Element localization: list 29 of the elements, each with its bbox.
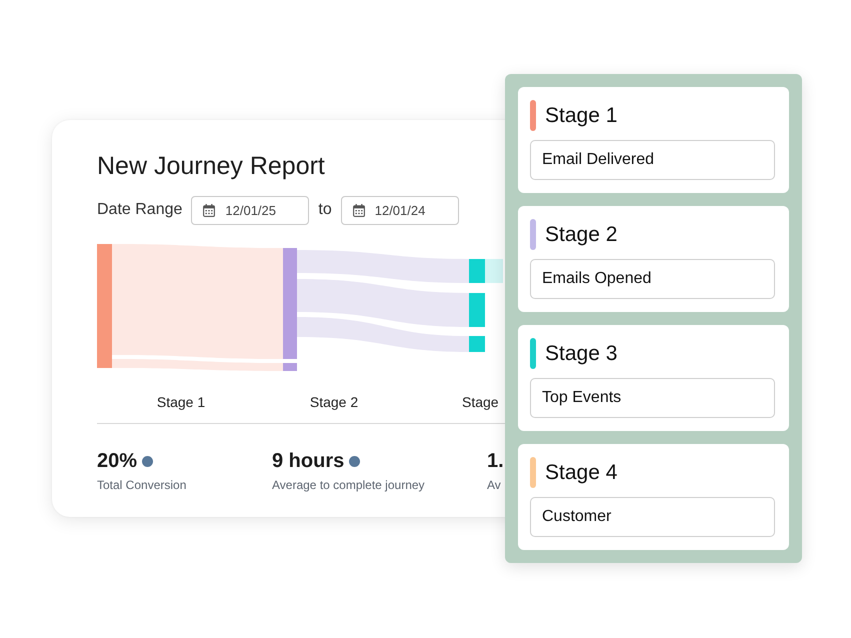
stage-title: Stage 2 (545, 222, 618, 246)
stage-axis-label: Stage 2 (310, 394, 358, 410)
stat-label: Av (487, 478, 501, 492)
date-range-label: Date Range (97, 201, 182, 219)
report-title: New Journey Report (97, 151, 325, 182)
end-date-field[interactable]: 12/01/24 (340, 196, 459, 224)
stage-input-field[interactable]: Top Events (530, 378, 775, 418)
stat-label: Total Conversion (97, 478, 186, 492)
start-date-field[interactable]: 12/01/25 (191, 196, 310, 224)
stage-title: Stage 1 (545, 104, 618, 128)
stat-value: 9 hours (272, 450, 344, 472)
stage-input-field[interactable]: Email Delivered (530, 140, 775, 180)
stat-value: 1. (487, 450, 504, 472)
stage-axis-label: Stage 1 (156, 394, 206, 410)
stage-axis-label: Stage (462, 394, 499, 410)
sankey-node (469, 293, 485, 327)
stat-label: Average to complete journey (272, 478, 425, 492)
calendar-icon (203, 204, 216, 216)
sankey-node (283, 363, 297, 371)
sankey-node (469, 259, 485, 283)
stage-title: Stage 3 (545, 342, 618, 366)
stage-input-field[interactable]: Emails Opened (530, 259, 775, 299)
stage-title: Stage 4 (545, 460, 618, 484)
sankey-flow (485, 259, 503, 283)
sankey-node (469, 336, 485, 352)
calendar-icon (352, 204, 365, 216)
date-separator: to (318, 201, 332, 219)
stage-input-field[interactable]: Customer (530, 497, 775, 537)
stat-value: 20% (97, 450, 138, 472)
